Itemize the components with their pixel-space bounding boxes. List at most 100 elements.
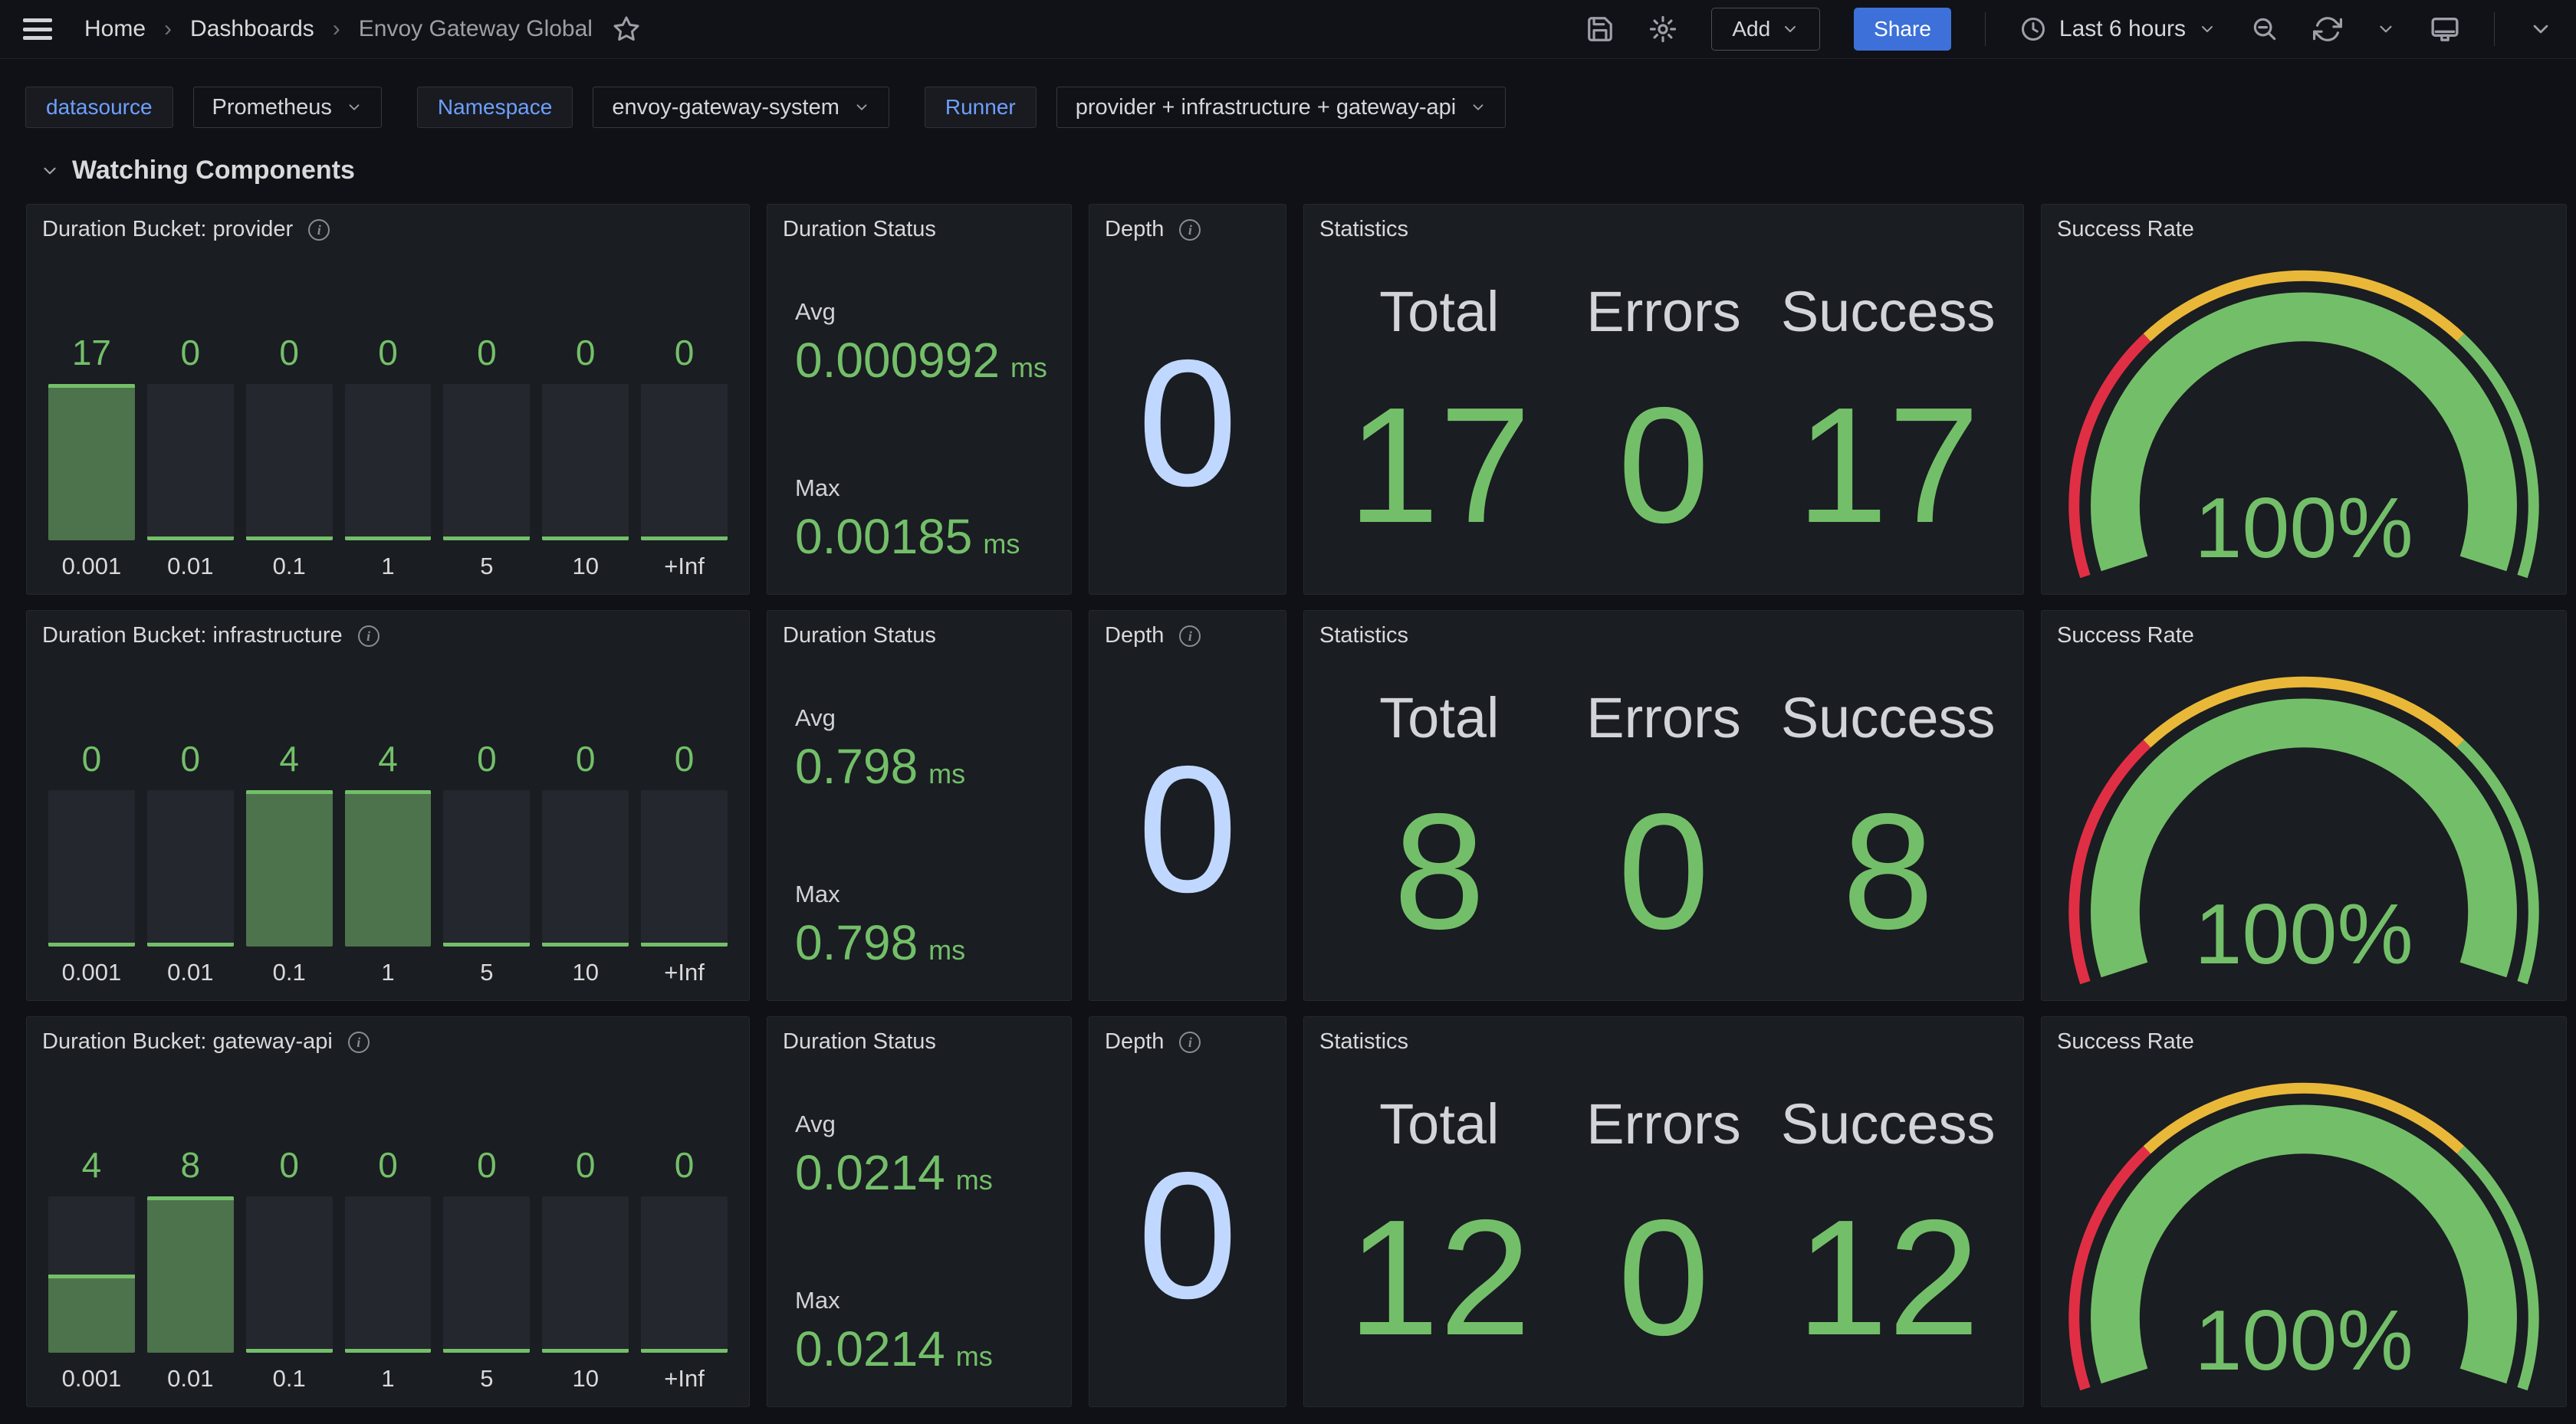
info-icon[interactable]: i <box>1179 625 1201 647</box>
panel-title[interactable]: Depth i <box>1105 1029 1201 1055</box>
panel-title[interactable]: Statistics <box>1319 623 1408 648</box>
bar-track <box>48 790 135 947</box>
stat-label: Max <box>795 881 965 908</box>
filter-namespace-value[interactable]: envoy-gateway-system <box>593 87 889 128</box>
share-button[interactable]: Share <box>1854 8 1951 51</box>
add-button[interactable]: Add <box>1711 8 1820 51</box>
row-section-watching-components[interactable]: Watching Components <box>40 156 355 185</box>
bar-x-label: 0.001 <box>48 540 135 580</box>
bar-value-label: 4 <box>345 726 432 790</box>
bar-value-label: 0 <box>147 320 234 384</box>
stat-value: 8 <box>1394 763 1486 979</box>
stat-header: Errors <box>1586 672 1740 763</box>
bar-fill <box>443 1349 530 1353</box>
filter-namespace-label[interactable]: Namespace <box>417 87 573 128</box>
filter-runner-label[interactable]: Runner <box>925 87 1037 128</box>
breadcrumb-current-dashboard: Envoy Gateway Global <box>359 16 593 42</box>
toolbar-divider <box>1985 12 1986 46</box>
max-duration-stat: Max 0.798ms <box>795 881 965 971</box>
bucket-bar: 0 5 <box>443 1132 530 1393</box>
info-icon[interactable]: i <box>308 219 330 241</box>
panel-title[interactable]: Duration Status <box>783 217 936 242</box>
avg-duration-stat: Avg 0.0214ms <box>795 1111 993 1201</box>
toolbar-collapse-chevron-icon[interactable] <box>2528 17 2553 41</box>
panel-statistics: Statistics Total 17 Errors 0 Success 17 <box>1303 204 2024 595</box>
breadcrumb-home[interactable]: Home <box>84 16 146 42</box>
gauge-value-label: 100% <box>2194 1292 2413 1388</box>
panel-title[interactable]: Success Rate <box>2057 217 2194 242</box>
panel-depth: Depth i 0 <box>1089 1016 1286 1407</box>
bar-fill <box>542 536 629 540</box>
stat-label: Max <box>795 1287 993 1314</box>
star-favorite-icon[interactable] <box>613 15 640 43</box>
bucket-bar-chart: 4 0.001 8 0.01 0 0.1 0 1 0 <box>48 1132 728 1393</box>
panel-title[interactable]: Depth i <box>1105 217 1201 242</box>
info-icon[interactable]: i <box>348 1032 370 1053</box>
stat-value: 0.798 <box>795 914 918 971</box>
gauge-value-label: 100% <box>2194 886 2413 982</box>
bucket-bar: 0 0.1 <box>246 1132 333 1393</box>
refresh-interval-chevron-icon[interactable] <box>2376 19 2396 39</box>
bar-fill <box>443 536 530 540</box>
panel-statistics: Statistics Total 8 Errors 0 Success 8 <box>1303 610 2024 1001</box>
panel-title[interactable]: Duration Bucket: infrastructure i <box>42 623 380 648</box>
bar-fill <box>246 1349 333 1353</box>
bucket-bar: 0 0.01 <box>147 320 234 580</box>
stat-label: Max <box>795 474 1020 502</box>
filter-datasource-label[interactable]: datasource <box>25 87 173 128</box>
save-dashboard-icon[interactable] <box>1585 15 1615 44</box>
panel-title[interactable]: Duration Bucket: provider i <box>42 217 330 242</box>
bar-value-label: 4 <box>48 1132 135 1196</box>
dashboard-settings-gear-icon[interactable] <box>1648 15 1677 44</box>
bar-x-label: 5 <box>443 1353 530 1393</box>
breadcrumb-dashboards[interactable]: Dashboards <box>190 16 314 42</box>
stat-success: Success 12 <box>1776 1078 2000 1385</box>
bar-value-label: 0 <box>443 1132 530 1196</box>
zoom-out-time-icon[interactable] <box>2250 15 2279 44</box>
section-title: Watching Components <box>72 156 355 185</box>
bar-track <box>345 384 432 540</box>
bar-track <box>147 384 234 540</box>
panel-title[interactable]: Success Rate <box>2057 623 2194 648</box>
filter-runner-value[interactable]: provider + infrastructure + gateway-api <box>1056 87 1506 128</box>
bar-value-label: 8 <box>147 1132 234 1196</box>
bar-fill <box>48 1275 135 1353</box>
stat-value: 0.00185 <box>795 508 972 565</box>
bar-fill <box>443 943 530 947</box>
bar-fill <box>542 1349 629 1353</box>
bar-value-label: 17 <box>48 320 135 384</box>
bar-x-label: 10 <box>542 947 629 986</box>
statistics-columns: Total 17 Errors 0 Success 17 <box>1327 266 2000 573</box>
info-icon[interactable]: i <box>358 625 380 647</box>
bar-track <box>542 790 629 947</box>
refresh-icon[interactable] <box>2313 15 2342 44</box>
bar-x-label: 1 <box>345 1353 432 1393</box>
bucket-bar-chart: 0 0.001 0 0.01 4 0.1 4 1 0 <box>48 726 728 986</box>
bar-track <box>641 790 728 947</box>
bar-fill <box>641 943 728 947</box>
chevron-down-icon <box>1470 99 1487 116</box>
panel-title[interactable]: Duration Status <box>783 1029 936 1055</box>
panel-title[interactable]: Duration Status <box>783 623 936 648</box>
panel-title[interactable]: Success Rate <box>2057 1029 2194 1055</box>
kiosk-monitor-icon[interactable] <box>2430 14 2460 44</box>
info-icon[interactable]: i <box>1179 1032 1201 1053</box>
stat-header: Total <box>1379 672 1499 763</box>
panel-title[interactable]: Statistics <box>1319 217 1408 242</box>
depth-value: 0 <box>1089 611 1286 1000</box>
panel-title[interactable]: Duration Bucket: gateway-api i <box>42 1029 370 1055</box>
panel-title[interactable]: Depth i <box>1105 623 1201 648</box>
stat-value: 0 <box>1618 763 1710 979</box>
bar-fill <box>345 1349 432 1353</box>
stat-success: Success 8 <box>1776 672 2000 979</box>
stat-value: 12 <box>1796 1169 1980 1385</box>
menu-icon[interactable] <box>23 18 52 40</box>
bar-value-label: 0 <box>443 320 530 384</box>
panel-title[interactable]: Statistics <box>1319 1029 1408 1055</box>
bar-value-label: 0 <box>246 320 333 384</box>
time-range-picker[interactable]: Last 6 hours <box>2019 15 2216 43</box>
stat-errors: Errors 0 <box>1552 672 1776 979</box>
filter-datasource-value[interactable]: Prometheus <box>193 87 382 128</box>
bucket-bar: 0 +Inf <box>641 1132 728 1393</box>
info-icon[interactable]: i <box>1179 219 1201 241</box>
